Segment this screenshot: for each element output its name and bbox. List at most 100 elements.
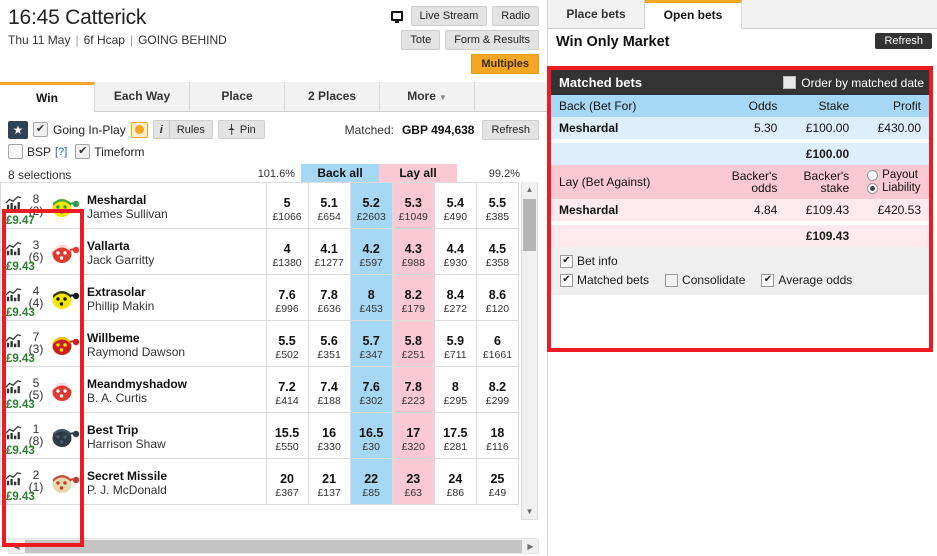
horse-name[interactable]: Secret Missile <box>87 469 167 483</box>
lay-price-cell[interactable]: 17 £320 <box>391 412 435 459</box>
tab-open-bets[interactable]: Open bets <box>645 0 742 29</box>
lay-price-cell[interactable]: 5.8 £251 <box>391 320 435 367</box>
back-price-cell[interactable]: 5.7 £347 <box>349 320 393 367</box>
lay-all-button[interactable]: Lay all <box>379 164 457 182</box>
average-odds-checkbox[interactable]: ✔ <box>761 273 775 287</box>
matched-bets-option[interactable]: ✔ Matched bets <box>560 273 649 287</box>
lay-price-cell[interactable]: 8.2 £179 <box>391 274 435 321</box>
lay-price-cell[interactable]: 8.6 £120 <box>475 274 520 321</box>
back-price-cell[interactable]: 4 £1380 <box>265 228 309 275</box>
horse-name[interactable]: Meandmyshadow <box>87 377 187 391</box>
back-price-cell[interactable]: 8 £453 <box>349 274 393 321</box>
horse-name[interactable]: Best Trip <box>87 423 138 437</box>
timeform-checkbox[interactable]: ✔ <box>75 144 91 159</box>
refresh-bets-button[interactable]: Refresh <box>875 33 932 49</box>
tab-more[interactable]: More ▼ <box>380 82 475 111</box>
lay-price-cell[interactable]: 17.5 £281 <box>433 412 477 459</box>
lay-price-cell[interactable]: 8 £295 <box>433 366 477 413</box>
payout-radio[interactable] <box>867 170 879 181</box>
tab-2-places[interactable]: 2 Places <box>285 82 380 111</box>
horse-name[interactable]: Vallarta <box>87 239 130 253</box>
back-price-cell[interactable]: 5.2 £2603 <box>349 182 393 229</box>
matched-bets-checkbox[interactable]: ✔ <box>560 273 573 287</box>
form-results-button[interactable]: Form & Results <box>445 30 539 50</box>
average-odds-option[interactable]: ✔ Average odds <box>761 273 852 287</box>
lay-price-cell[interactable]: 4.4 £930 <box>433 228 477 275</box>
lay-price-cell[interactable]: 5.3 £1049 <box>391 182 435 229</box>
back-price-cell[interactable]: 15.5 £550 <box>265 412 309 459</box>
back-price-cell[interactable]: 7.6 £302 <box>349 366 393 413</box>
back-price-cell[interactable]: 7.8 £636 <box>307 274 351 321</box>
bet-info-checkbox[interactable]: ✔ <box>560 254 573 268</box>
multiples-button[interactable]: Multiples <box>471 54 539 74</box>
lay-price-cell[interactable]: 23 £63 <box>391 458 435 505</box>
tab-win[interactable]: Win <box>0 82 95 112</box>
market-vertical-scrollbar[interactable]: ▲ ▼ <box>521 182 538 520</box>
back-price-cell[interactable]: 5.5 £502 <box>265 320 309 367</box>
back-price-cell[interactable]: 20 £367 <box>265 458 309 505</box>
refresh-market-button[interactable]: Refresh <box>482 120 539 140</box>
back-price-cell[interactable]: 7.4 £188 <box>307 366 351 413</box>
back-price-cell[interactable]: 21 £137 <box>307 458 351 505</box>
price-chart-icon[interactable] <box>5 195 23 211</box>
price-chart-icon[interactable] <box>5 333 23 349</box>
lay-price-cell[interactable]: 18 £116 <box>475 412 520 459</box>
radio-button[interactable]: Radio <box>492 6 539 26</box>
price-chart-icon[interactable] <box>5 287 23 303</box>
back-price-cell[interactable]: 4.2 £597 <box>349 228 393 275</box>
lay-price-cell[interactable]: 24 £86 <box>433 458 477 505</box>
liability-radio-option[interactable]: Liability <box>867 182 921 195</box>
consolidate-option[interactable]: ✔ Consolidate <box>665 273 745 287</box>
order-by-matched-date-control[interactable]: Order by matched date <box>783 76 924 90</box>
back-price-cell[interactable]: 7.6 £996 <box>265 274 309 321</box>
lay-price-cell[interactable]: 5.5 £385 <box>475 182 520 229</box>
order-by-matched-date-checkbox[interactable] <box>783 76 797 89</box>
consolidate-checkbox[interactable]: ✔ <box>665 273 679 287</box>
scroll-down-icon[interactable]: ▼ <box>522 504 537 519</box>
back-price-cell[interactable]: 5 £1066 <box>265 182 309 229</box>
bsp-checkbox[interactable] <box>8 144 23 159</box>
table-row[interactable]: Meshardal 5.30 £100.00 £430.00 <box>551 117 929 139</box>
lay-price-cell[interactable]: 4.3 £988 <box>391 228 435 275</box>
back-all-button[interactable]: Back all <box>301 164 379 182</box>
horse-name[interactable]: Meshardal <box>87 193 146 207</box>
going-inplay-checkbox[interactable]: ✔ <box>33 122 48 137</box>
scroll-left-icon[interactable]: ◀ <box>9 539 24 553</box>
market-horizontal-scrollbar[interactable]: ◀ ▶ <box>8 538 539 554</box>
rules-button[interactable]: i Rules <box>152 120 213 139</box>
lay-price-cell[interactable]: 6 £1661 <box>475 320 520 367</box>
bet-info-option[interactable]: ✔ Bet info <box>560 254 618 268</box>
back-price-cell[interactable]: 5.6 £351 <box>307 320 351 367</box>
tote-button[interactable]: Tote <box>401 30 441 50</box>
lay-price-cell[interactable]: 4.5 £358 <box>475 228 520 275</box>
tab-place-bets[interactable]: Place bets <box>548 0 645 28</box>
back-price-cell[interactable]: 7.2 £414 <box>265 366 309 413</box>
horse-name[interactable]: Extrasolar <box>87 285 146 299</box>
bsp-help-link[interactable]: [?] <box>55 146 67 158</box>
lay-price-cell[interactable]: 8.2 £299 <box>475 366 520 413</box>
scroll-up-icon[interactable]: ▲ <box>522 182 537 197</box>
price-chart-icon[interactable] <box>5 471 23 487</box>
back-price-cell[interactable]: 4.1 £1277 <box>307 228 351 275</box>
back-price-cell[interactable]: 16 £330 <box>307 412 351 459</box>
back-price-cell[interactable]: 5.1 £654 <box>307 182 351 229</box>
price-chart-icon[interactable] <box>5 379 23 395</box>
tab-each-way[interactable]: Each Way <box>95 82 190 111</box>
lay-price-cell[interactable]: 25 £49 <box>475 458 520 505</box>
back-price-cell[interactable]: 16.5 £30 <box>349 412 393 459</box>
payout-radio-option[interactable]: Payout <box>867 169 921 182</box>
lay-price-cell[interactable]: 8.4 £272 <box>433 274 477 321</box>
vertical-scroll-thumb[interactable] <box>523 199 536 251</box>
table-row[interactable]: Meshardal 4.84 £109.43 £420.53 <box>551 199 929 221</box>
lay-price-cell[interactable]: 5.4 £490 <box>433 182 477 229</box>
scroll-right-icon[interactable]: ▶ <box>523 539 538 553</box>
price-chart-icon[interactable] <box>5 425 23 441</box>
live-stream-button[interactable]: Live Stream <box>410 6 488 26</box>
horizontal-scroll-thumb[interactable] <box>25 539 522 553</box>
horse-name[interactable]: Willbeme <box>87 331 140 345</box>
liability-radio[interactable] <box>867 183 879 194</box>
favourite-star-icon[interactable]: ★ <box>8 120 28 139</box>
pin-button[interactable]: Pin <box>217 120 265 139</box>
lay-price-cell[interactable]: 7.8 £223 <box>391 366 435 413</box>
tab-place[interactable]: Place <box>190 82 285 111</box>
